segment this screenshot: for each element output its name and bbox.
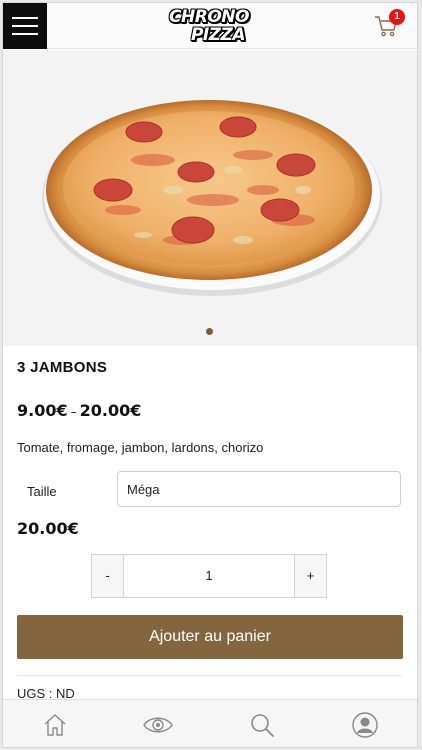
hamburger-menu-icon[interactable]	[3, 3, 47, 49]
add-to-cart-button[interactable]: Ajouter au panier	[17, 615, 403, 659]
search-icon	[250, 713, 274, 737]
price-range: 9.00€ –20.00€	[17, 401, 141, 420]
bottom-nav	[3, 699, 417, 747]
price-max: 20.00€	[79, 401, 142, 420]
cart-button[interactable]: 1	[373, 9, 405, 43]
logo-line2: PIZZA	[190, 25, 246, 45]
nav-account[interactable]	[345, 705, 385, 745]
product-description: Tomate, fromage, jambon, lardons, choriz…	[17, 440, 264, 455]
divider	[17, 675, 403, 676]
size-select[interactable]: Méga	[117, 471, 401, 507]
qty-input[interactable]: 1	[124, 555, 294, 597]
selected-price: 20.00€	[17, 519, 79, 538]
nav-view[interactable]	[138, 705, 178, 745]
carousel-dot[interactable]	[206, 328, 213, 335]
chrono-pizza-logo[interactable]: CHRONO PIZZA	[161, 8, 257, 46]
price-separator: –	[70, 405, 77, 419]
qty-increase-button[interactable]: +	[294, 555, 326, 597]
nav-home[interactable]	[35, 705, 75, 745]
app-frame: CHRONO PIZZA 1 3 JAMBONS 9.00€ – 20.00€ …	[2, 2, 418, 748]
nav-search[interactable]	[242, 705, 282, 745]
price-min: 9.00€	[17, 401, 68, 420]
logo-line1: CHRONO	[169, 7, 249, 27]
app-header: CHRONO PIZZA 1	[3, 3, 417, 49]
qty-decrease-button[interactable]: -	[92, 555, 124, 597]
eye-icon	[143, 717, 174, 732]
product-image-carousel[interactable]	[3, 50, 417, 346]
account-icon	[352, 711, 378, 738]
cart-count-badge: 1	[389, 9, 405, 25]
product-title: 3 JAMBONS	[17, 359, 108, 376]
size-label: Taille	[27, 484, 57, 499]
quantity-stepper: - 1 +	[91, 554, 327, 598]
home-icon	[44, 713, 66, 736]
pizza-photo	[42, 100, 382, 296]
